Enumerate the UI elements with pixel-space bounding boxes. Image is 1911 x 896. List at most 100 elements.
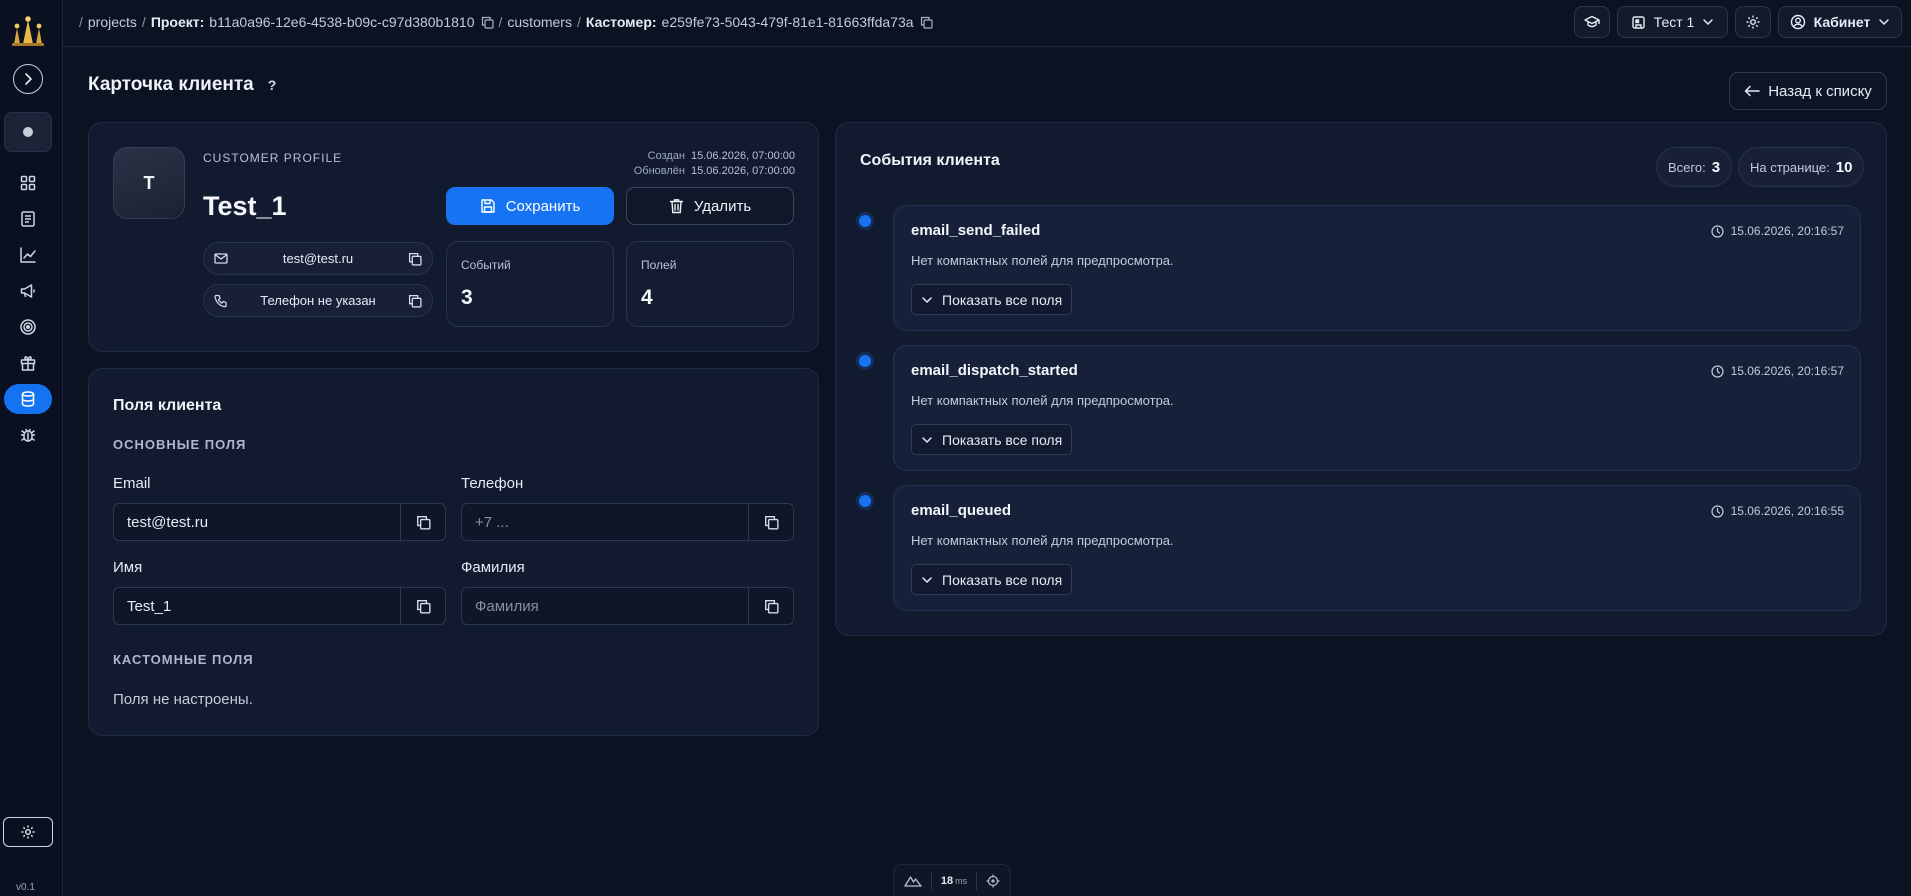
crosshair-icon <box>986 874 1000 887</box>
copy-icon <box>416 515 431 530</box>
account-label: Кабинет <box>1813 14 1871 30</box>
events-per-page-label: На странице: <box>1750 159 1830 175</box>
fields-title: Поля клиента <box>113 397 222 414</box>
profile-kicker: CUSTOMER PROFILE <box>203 151 343 165</box>
show-all-fields-label: Показать все поля <box>942 431 1063 448</box>
sidebar-item-targets[interactable] <box>4 312 52 342</box>
copy-email-icon[interactable] <box>408 252 422 266</box>
page-title-text: Карточка клиента <box>88 74 254 95</box>
save-button[interactable]: Сохранить <box>446 187 614 225</box>
copy-last-name-button[interactable] <box>748 588 793 624</box>
copy-phone-icon[interactable] <box>408 294 422 308</box>
sidebar-item-campaigns[interactable] <box>4 276 52 306</box>
delete-button-label: Удалить <box>693 197 752 215</box>
floppy-disk-icon <box>481 199 495 213</box>
project-select[interactable]: Тест 1 <box>1617 6 1728 38</box>
sidebar-item-dashboard[interactable] <box>4 168 52 198</box>
divider <box>976 871 978 890</box>
timeline-dot-icon <box>859 495 871 507</box>
gift-icon <box>20 356 36 371</box>
help-icon[interactable]: ? <box>268 77 277 93</box>
save-button-label: Сохранить <box>505 197 581 215</box>
email-value: test@test.ru <box>282 251 354 266</box>
copy-first-name-button[interactable] <box>400 588 445 624</box>
performance-widget[interactable]: 18 ms <box>893 864 1011 896</box>
app-version: v0.1 <box>16 882 35 893</box>
breadcrumb-projects-link[interactable]: projects <box>88 14 137 30</box>
email-input[interactable] <box>114 504 400 540</box>
breadcrumb-project-id[interactable]: b11a0a96-12e6-4538-b09c-c97d380b1810 <box>209 14 474 30</box>
last-name-input[interactable] <box>462 588 748 624</box>
breadcrumb-project-label: Проект: <box>150 14 205 30</box>
sidebar-expand-button[interactable] <box>13 64 43 94</box>
show-all-fields-button[interactable]: Показать все поля <box>911 424 1073 455</box>
phone-icon <box>214 294 227 307</box>
avatar: T <box>113 147 185 219</box>
gear-icon <box>21 825 35 839</box>
building-icon <box>1631 15 1645 29</box>
basic-fields-heading: ОСНОВНЫЕ ПОЛЯ <box>113 437 247 452</box>
email-pill: test@test.ru <box>203 242 433 275</box>
user-circle-icon <box>1790 14 1805 30</box>
timeline-dot-icon <box>859 215 871 227</box>
delete-button[interactable]: Удалить <box>626 187 794 225</box>
copy-customer-id-icon[interactable] <box>920 16 933 29</box>
custom-fields-heading: КАСТОМНЫЕ ПОЛЯ <box>113 652 254 667</box>
breadcrumb-separator: / <box>79 14 83 30</box>
settings-button[interactable] <box>1735 6 1771 38</box>
chevron-down-icon <box>922 296 932 303</box>
stat-value: 4 <box>641 286 653 309</box>
show-all-fields-label: Показать все поля <box>942 571 1063 588</box>
customer-profile-card: T CUSTOMER PROFILE Test_1 Создан 15.06.20… <box>88 122 819 352</box>
grid-icon <box>20 175 36 191</box>
line-chart-icon <box>20 247 36 263</box>
logo-icon[interactable] <box>9 14 47 48</box>
customer-fields-card: Поля клиента ОСНОВНЫЕ ПОЛЯ Email Телефон… <box>88 368 819 736</box>
copy-project-id-icon[interactable] <box>481 16 494 29</box>
event-item: email_queued 15.06.2026, 20:16:55 Нет ко… <box>893 485 1861 611</box>
sidebar: v0.1 <box>0 0 63 896</box>
event-time: 15.06.2026, 20:16:55 <box>1710 504 1844 518</box>
gear-icon <box>1746 15 1760 29</box>
copy-email-button[interactable] <box>400 504 445 540</box>
sidebar-item-debug[interactable] <box>4 420 52 450</box>
phone-input[interactable] <box>462 504 748 540</box>
back-to-list-button[interactable]: Назад к списку <box>1729 72 1887 110</box>
event-description: Нет компактных полей для предпросмотра. <box>911 393 1174 408</box>
account-menu-button[interactable]: Кабинет <box>1778 6 1902 38</box>
events-per-page-pill[interactable]: На странице: 10 <box>1738 147 1865 187</box>
sidebar-settings-button[interactable] <box>3 817 53 847</box>
render-time: 18 ms <box>941 875 967 887</box>
mail-icon <box>214 253 228 264</box>
events-per-page-value: 10 <box>1835 158 1853 176</box>
mountain-logo-icon <box>904 875 922 887</box>
custom-fields-empty: Поля не настроены. <box>113 691 253 708</box>
chevron-right-icon <box>25 73 32 85</box>
database-icon <box>21 391 35 407</box>
sidebar-item-documents[interactable] <box>4 204 52 234</box>
show-all-fields-button[interactable]: Показать все поля <box>911 564 1073 595</box>
updated-label: Обновлён <box>633 165 686 177</box>
chevron-down-icon <box>1879 19 1890 26</box>
copy-phone-button[interactable] <box>748 504 793 540</box>
customer-name: Test_1 <box>203 191 287 221</box>
created-value: 15.06.2026, 07:00:00 <box>691 150 795 162</box>
breadcrumb-separator: / <box>141 14 146 30</box>
event-description: Нет компактных полей для предпросмотра. <box>911 533 1174 548</box>
trash-icon <box>669 199 684 214</box>
fields-count-box: Полей 4 <box>626 241 794 327</box>
events-total-value: 3 <box>1711 158 1721 176</box>
breadcrumb-customers-link[interactable]: customers <box>507 14 572 30</box>
first-name-input[interactable] <box>114 588 400 624</box>
show-all-fields-button[interactable]: Показать все поля <box>911 284 1073 315</box>
status-indicator-button[interactable] <box>4 112 52 152</box>
sidebar-item-rewards[interactable] <box>4 348 52 378</box>
sidebar-item-customers[interactable] <box>4 384 52 414</box>
event-name: email_dispatch_started <box>911 362 1078 379</box>
project-select-value: Тест 1 <box>1653 14 1695 30</box>
sidebar-item-analytics[interactable] <box>4 240 52 270</box>
breadcrumb-customer-id[interactable]: e259fe73-5043-479f-81e1-81663ffda73a <box>662 14 914 30</box>
learning-button[interactable] <box>1574 6 1610 38</box>
event-name: email_queued <box>911 502 1012 519</box>
back-to-list-label: Назад к списку <box>1768 82 1872 100</box>
